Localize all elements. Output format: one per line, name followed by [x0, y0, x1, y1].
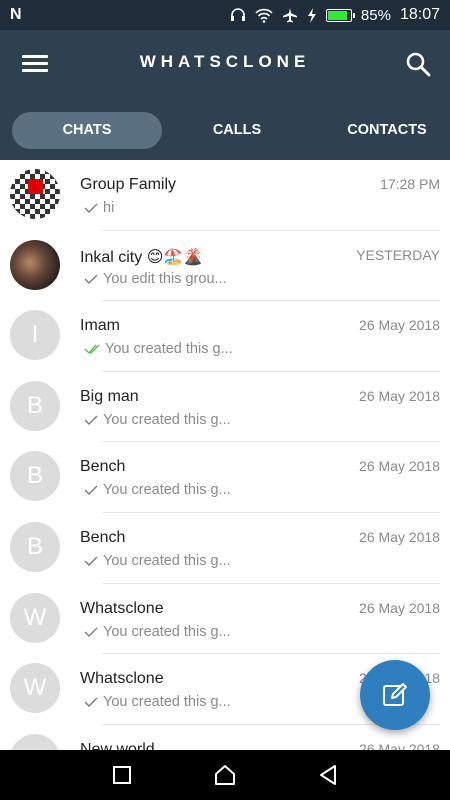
airplane-icon — [282, 7, 298, 23]
battery-icon — [325, 8, 355, 22]
clock: 18:07 — [399, 6, 440, 23]
chat-row[interactable]: B Big man 26 May 2018 You created this g… — [0, 372, 450, 443]
chat-preview: You created this g... — [105, 341, 233, 358]
chat-row[interactable]: Group Family 17:28 PM hi — [0, 160, 450, 231]
avatar — [10, 239, 60, 290]
chat-name: Group Family — [80, 176, 177, 193]
chat-preview: You created this g... — [103, 411, 231, 428]
check-icon — [84, 556, 98, 566]
carrier-label: N — [10, 6, 22, 23]
home-icon[interactable] — [212, 762, 238, 788]
avatar: W — [10, 592, 60, 643]
chat-row[interactable]: W Whatsclone 26 May 2018 You created thi… — [0, 584, 450, 655]
chat-name: Big man — [80, 387, 139, 405]
chat-name: Whatsclone — [80, 599, 164, 617]
compose-button[interactable] — [360, 660, 430, 730]
check-icon — [84, 697, 98, 708]
chat-preview: You created this g... — [103, 482, 231, 499]
chat-name: Bench — [80, 528, 126, 546]
status-bar: N 85% 18:07 — [0, 0, 450, 30]
battery-percent: 85% — [360, 6, 391, 24]
chat-time: 26 May 2018 — [359, 317, 440, 334]
chat-preview: You created this g... — [103, 694, 231, 711]
check-icon — [84, 274, 98, 284]
tab-bar: CHATS CALLS CONTACTS — [0, 110, 450, 150]
edit-icon — [383, 683, 407, 706]
avatar — [10, 169, 60, 219]
chat-row[interactable]: Inkal city 😊🏖️🌋 YESTERDAY You edit this … — [0, 231, 450, 302]
avatar: B — [10, 521, 60, 572]
chat-time: 26 May 2018 — [359, 387, 440, 404]
system-nav-bar — [0, 750, 450, 800]
chat-name: Whatsclone — [80, 670, 164, 688]
square-recents-icon[interactable] — [109, 762, 135, 788]
avatar: B — [10, 451, 60, 502]
chat-name: Bench — [80, 458, 126, 476]
tab-chats[interactable]: CHATS — [12, 111, 162, 149]
chat-row[interactable]: New world 26 May 2018 — [0, 725, 450, 750]
wifi-icon — [255, 8, 273, 23]
chat-time: 26 May 2018 — [359, 528, 440, 545]
chat-time: 17:28 PM — [380, 176, 440, 192]
check-icon — [84, 485, 98, 496]
chat-row[interactable]: B Bench 26 May 2018 You created this g..… — [0, 513, 450, 584]
chat-name: Imam — [80, 317, 120, 335]
avatar — [10, 733, 60, 750]
chat-preview: You created this g... — [103, 552, 231, 569]
chat-row[interactable]: B Bench 26 May 2018 You created this g..… — [0, 442, 450, 513]
chat-name: Inkal city 😊🏖️🌋 — [80, 247, 203, 267]
tab-calls[interactable]: CALLS — [162, 112, 312, 149]
headphones-icon — [230, 7, 246, 23]
tab-contacts[interactable]: CONTACTS — [312, 112, 450, 149]
check-icon — [84, 415, 98, 425]
avatar: I — [10, 310, 60, 361]
double-check-icon — [84, 344, 100, 355]
app-bar: WHATSCLONE CHATS CALLS CONTACTS — [0, 30, 450, 160]
chat-name-text: Inkal city — [80, 248, 143, 266]
chat-name: New world — [80, 740, 155, 750]
app-title: WHATSCLONE — [139, 52, 311, 71]
chat-preview: You edit this grou... — [103, 270, 227, 287]
chat-time: 26 May 2018 — [359, 740, 440, 750]
chat-row[interactable]: I Imam 26 May 2018 You created this g... — [0, 301, 450, 372]
check-icon — [84, 203, 98, 213]
chat-time: 26 May 2018 — [359, 599, 440, 616]
chat-preview: hi — [103, 200, 115, 216]
search-icon[interactable] — [405, 51, 433, 79]
chat-name-emoji: 😊🏖️🌋 — [146, 248, 204, 266]
charging-icon — [307, 7, 317, 23]
chat-preview: You created this g... — [103, 623, 231, 640]
avatar: W — [10, 663, 60, 714]
check-icon — [84, 627, 98, 637]
chat-time: YESTERDAY — [356, 246, 440, 263]
back-icon[interactable] — [315, 762, 341, 788]
chat-time: 26 May 2018 — [359, 458, 440, 475]
avatar: B — [10, 380, 60, 431]
